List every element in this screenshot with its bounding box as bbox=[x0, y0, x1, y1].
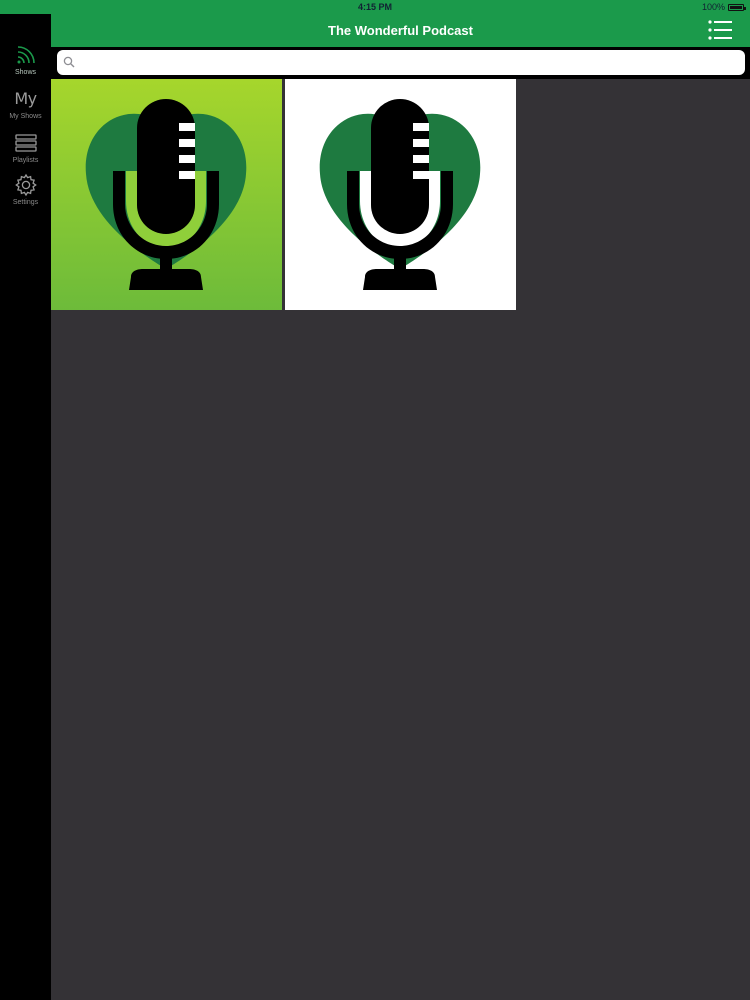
sidebar-item-playlists[interactable]: Playlists bbox=[0, 131, 51, 173]
battery-icon bbox=[728, 3, 746, 11]
app-window: Shows My My Shows Playlists Settings 4:1… bbox=[0, 0, 750, 1000]
show-tile[interactable] bbox=[285, 79, 516, 310]
page-title: The Wonderful Podcast bbox=[328, 23, 473, 38]
sidebar-item-label: Shows bbox=[14, 69, 36, 76]
sidebar-item-label: Playlists bbox=[12, 157, 39, 164]
status-time: 4:15 PM bbox=[357, 2, 392, 12]
podcast-artwork bbox=[285, 79, 516, 310]
sidebar-item-label: My Shows bbox=[9, 113, 42, 120]
sidebar: Shows My My Shows Playlists Settings bbox=[0, 0, 51, 1000]
sidebar-item-my-shows[interactable]: My My Shows bbox=[0, 87, 51, 129]
navigation-bar: The Wonderful Podcast bbox=[51, 14, 750, 47]
list-icon bbox=[708, 20, 732, 40]
battery-percent: 100% bbox=[701, 2, 725, 12]
show-tile[interactable] bbox=[51, 79, 282, 310]
search-input[interactable] bbox=[57, 50, 745, 75]
gear-icon bbox=[13, 173, 39, 197]
my-shows-icon: My bbox=[14, 89, 37, 108]
search-bar bbox=[51, 47, 750, 79]
sidebar-item-label: Settings bbox=[12, 199, 39, 206]
status-bar: 4:15 PM 100% bbox=[0, 0, 750, 14]
playlists-icon bbox=[13, 131, 39, 155]
status-battery: 100% bbox=[701, 2, 746, 12]
podcast-artwork bbox=[51, 79, 282, 310]
shows-grid bbox=[51, 79, 750, 1000]
sidebar-item-settings[interactable]: Settings bbox=[0, 173, 51, 215]
list-view-button[interactable] bbox=[708, 19, 732, 41]
sidebar-item-shows[interactable]: Shows bbox=[0, 43, 51, 85]
rss-feed-icon bbox=[13, 43, 39, 67]
